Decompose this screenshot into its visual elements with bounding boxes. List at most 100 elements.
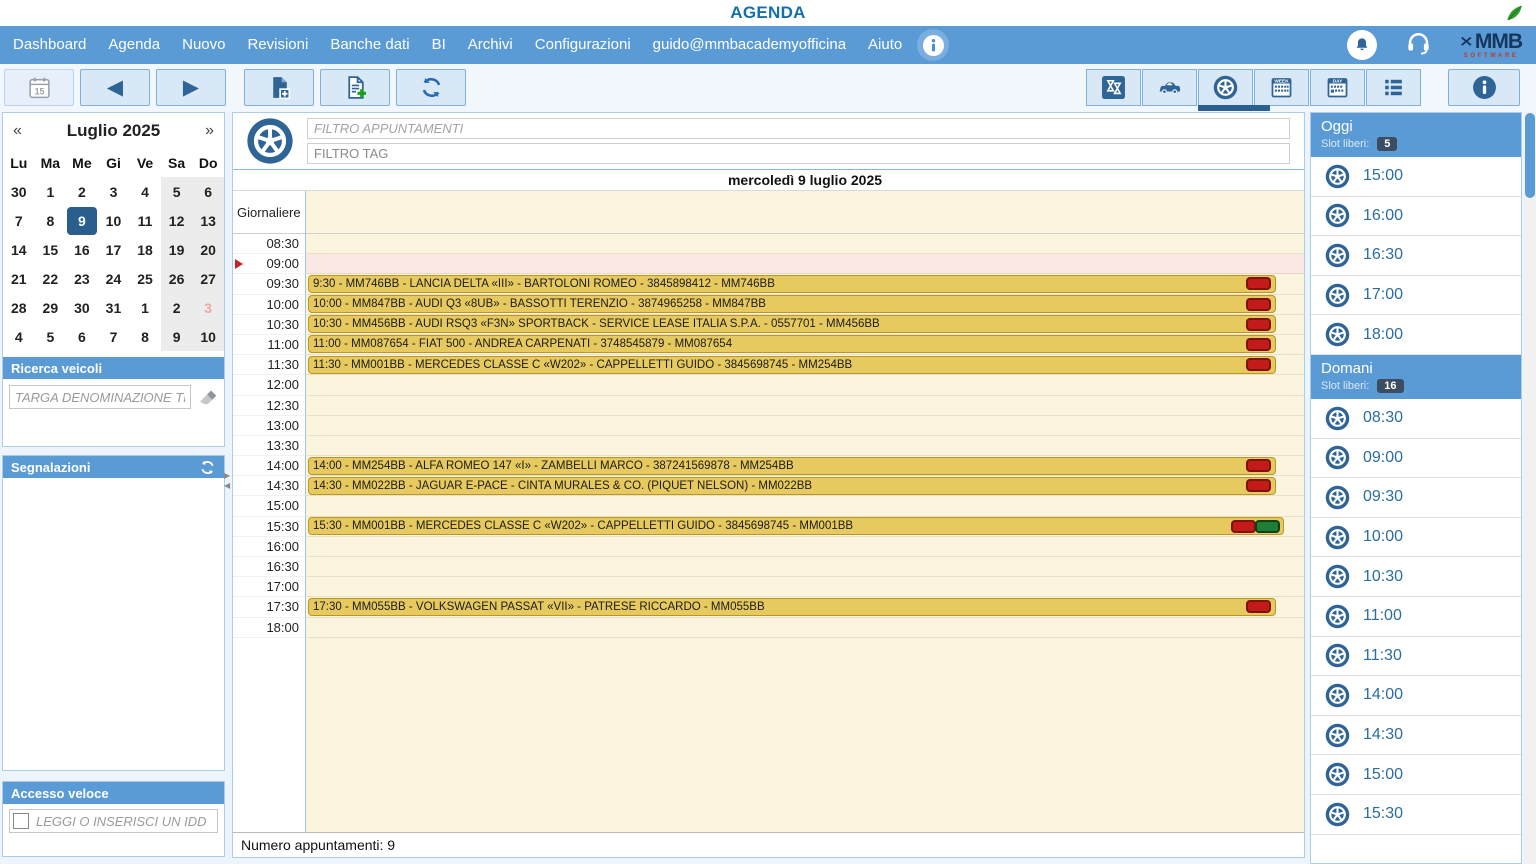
calendar-day[interactable]: 10 xyxy=(98,206,130,235)
daily-row-cell[interactable] xyxy=(306,191,1304,234)
new-appointment-list-button[interactable] xyxy=(320,69,390,106)
time-slot-cell[interactable] xyxy=(306,234,1304,254)
appointment[interactable]: 10:30 - MM456BB - AUDI RSQ3 «F3N» SPORTB… xyxy=(308,315,1276,333)
calendar-day[interactable]: 29 xyxy=(35,293,67,322)
calendar-day[interactable]: 14 xyxy=(3,235,35,264)
calendar-day[interactable]: 31 xyxy=(98,293,130,322)
calendar-day[interactable]: 5 xyxy=(161,177,193,206)
idd-checkbox[interactable] xyxy=(13,813,29,829)
calendar-day-selected[interactable]: 9 xyxy=(66,206,98,235)
nav-item-banche-dati[interactable]: Banche dati xyxy=(319,26,420,64)
tab-mot[interactable] xyxy=(1086,69,1141,106)
free-slot[interactable]: 09:30 xyxy=(1311,478,1521,518)
calendar-day[interactable]: 6 xyxy=(192,177,224,206)
time-slot-cell[interactable] xyxy=(306,396,1304,416)
free-slot[interactable]: 08:30 xyxy=(1311,399,1521,439)
time-slot-cell[interactable] xyxy=(306,416,1304,436)
time-slot-cell[interactable] xyxy=(306,557,1304,577)
calendar-day[interactable]: 7 xyxy=(3,206,35,235)
calendar-day[interactable]: 8 xyxy=(129,322,161,351)
time-slot-cell[interactable]: 10:00 - MM847BB - AUDI Q3 «8UB» - BASSOT… xyxy=(306,295,1304,315)
nav-item-dashboard[interactable]: Dashboard xyxy=(2,26,97,64)
free-slot[interactable]: 11:30 xyxy=(1311,637,1521,677)
calendar-day[interactable]: 28 xyxy=(3,293,35,322)
calendar-day[interactable]: 30 xyxy=(66,293,98,322)
time-slot-cell[interactable] xyxy=(306,375,1304,395)
free-slot[interactable]: 15:00 xyxy=(1311,755,1521,795)
calendar-day[interactable]: 25 xyxy=(129,264,161,293)
appointment[interactable]: 10:00 - MM847BB - AUDI Q3 «8UB» - BASSOT… xyxy=(308,295,1276,313)
prev-day-button[interactable]: ◀ xyxy=(80,69,150,106)
appointment[interactable]: 14:30 - MM022BB - JAGUAR E-PACE - CINTA … xyxy=(308,477,1276,495)
calendar-day[interactable]: 24 xyxy=(98,264,130,293)
tab-car[interactable] xyxy=(1142,69,1197,106)
nav-item-guido-mmbacademyofficina[interactable]: guido@mmbacademyofficina xyxy=(642,26,857,64)
appointment[interactable]: 14:00 - MM254BB - ALFA ROMEO 147 «I» - Z… xyxy=(308,457,1276,475)
time-slot-cell[interactable] xyxy=(306,618,1304,638)
calendar-next-month-button[interactable]: » xyxy=(194,122,214,140)
free-slot[interactable]: 10:30 xyxy=(1311,557,1521,597)
free-slot[interactable]: 14:30 xyxy=(1311,716,1521,756)
notifications-button[interactable] xyxy=(1347,30,1377,60)
tab-calendar-week[interactable] xyxy=(1254,69,1309,106)
time-slot-cell[interactable] xyxy=(306,496,1304,516)
free-slot[interactable]: 16:30 xyxy=(1311,236,1521,276)
free-slot[interactable]: 09:00 xyxy=(1311,439,1521,479)
calendar-day[interactable]: 6 xyxy=(66,322,98,351)
calendar-day[interactable]: 13 xyxy=(192,206,224,235)
calendar-day[interactable]: 10 xyxy=(192,322,224,351)
calendar-day[interactable]: 18 xyxy=(129,235,161,264)
time-slot-cell[interactable]: 10:30 - MM456BB - AUDI RSQ3 «F3N» SPORTB… xyxy=(306,315,1304,335)
calendar-day[interactable]: 1 xyxy=(129,293,161,322)
calendar-day[interactable]: 7 xyxy=(98,322,130,351)
tab-calendar-day[interactable] xyxy=(1310,69,1365,106)
free-slot[interactable]: 15:00 xyxy=(1311,157,1521,197)
nav-item-agenda[interactable]: Agenda xyxy=(97,26,171,64)
calendar-prev-month-button[interactable]: « xyxy=(13,122,33,140)
next-day-button[interactable]: ▶ xyxy=(156,69,226,106)
calendar-day[interactable]: 11 xyxy=(129,206,161,235)
refresh-button[interactable] xyxy=(396,69,466,106)
new-appointment-button[interactable] xyxy=(244,69,314,106)
appointment[interactable]: 15:30 - MM001BB - MERCEDES CLASSE C «W20… xyxy=(308,517,1284,535)
time-slot-cell[interactable] xyxy=(306,254,1304,274)
calendar-day[interactable]: 9 xyxy=(161,322,193,351)
time-slot-cell[interactable]: 11:00 - MM087654 - FIAT 500 - ANDREA CAR… xyxy=(306,335,1304,355)
tab-list[interactable] xyxy=(1366,69,1421,106)
calendar-day[interactable]: 17 xyxy=(98,235,130,264)
calendar-day[interactable]: 20 xyxy=(192,235,224,264)
free-slot[interactable]: 17:00 xyxy=(1311,276,1521,316)
calendar-day[interactable]: 2 xyxy=(161,293,193,322)
calendar-day[interactable]: 2 xyxy=(66,177,98,206)
eraser-icon[interactable] xyxy=(197,387,218,408)
appointment[interactable]: 9:30 - MM746BB - LANCIA DELTA «III» - BA… xyxy=(308,275,1276,293)
calendar-day[interactable]: 4 xyxy=(3,322,35,351)
calendar-day[interactable]: 23 xyxy=(66,264,98,293)
free-slot[interactable]: 16:00 xyxy=(1311,197,1521,237)
vehicle-search-input[interactable] xyxy=(9,385,191,409)
calendar-day[interactable]: 1 xyxy=(35,177,67,206)
calendar-day[interactable]: 19 xyxy=(161,235,193,264)
time-slot-cell[interactable]: 11:30 - MM001BB - MERCEDES CLASSE C «W20… xyxy=(306,355,1304,375)
idd-input[interactable] xyxy=(9,809,218,833)
agenda-info-button[interactable] xyxy=(1448,69,1520,106)
appointment[interactable]: 11:30 - MM001BB - MERCEDES CLASSE C «W20… xyxy=(308,356,1276,374)
time-slot-cell[interactable]: 14:00 - MM254BB - ALFA ROMEO 147 «I» - Z… xyxy=(306,456,1304,476)
calendar-day[interactable]: 5 xyxy=(35,322,67,351)
calendar-day[interactable]: 12 xyxy=(161,206,193,235)
free-slot[interactable]: 11:00 xyxy=(1311,597,1521,637)
nav-item-revisioni[interactable]: Revisioni xyxy=(236,26,319,64)
calendar-day[interactable]: 15 xyxy=(35,235,67,264)
appointment[interactable]: 17:30 - MM055BB - VOLKSWAGEN PASSAT «VII… xyxy=(308,598,1276,616)
calendar-day[interactable]: 21 xyxy=(3,264,35,293)
free-slot[interactable]: 15:30 xyxy=(1311,795,1521,835)
time-slot-cell[interactable]: 17:30 - MM055BB - VOLKSWAGEN PASSAT «VII… xyxy=(306,597,1304,617)
right-scrollbar[interactable] xyxy=(1524,112,1536,864)
nav-item-aiuto[interactable]: Aiuto xyxy=(857,26,913,64)
calendar-day[interactable]: 30 xyxy=(3,177,35,206)
calendar-day[interactable]: 27 xyxy=(192,264,224,293)
free-slot[interactable]: 14:00 xyxy=(1311,676,1521,716)
nav-item-configurazioni[interactable]: Configurazioni xyxy=(524,26,642,64)
time-slot-cell[interactable] xyxy=(306,436,1304,456)
time-slot-cell[interactable] xyxy=(306,537,1304,557)
